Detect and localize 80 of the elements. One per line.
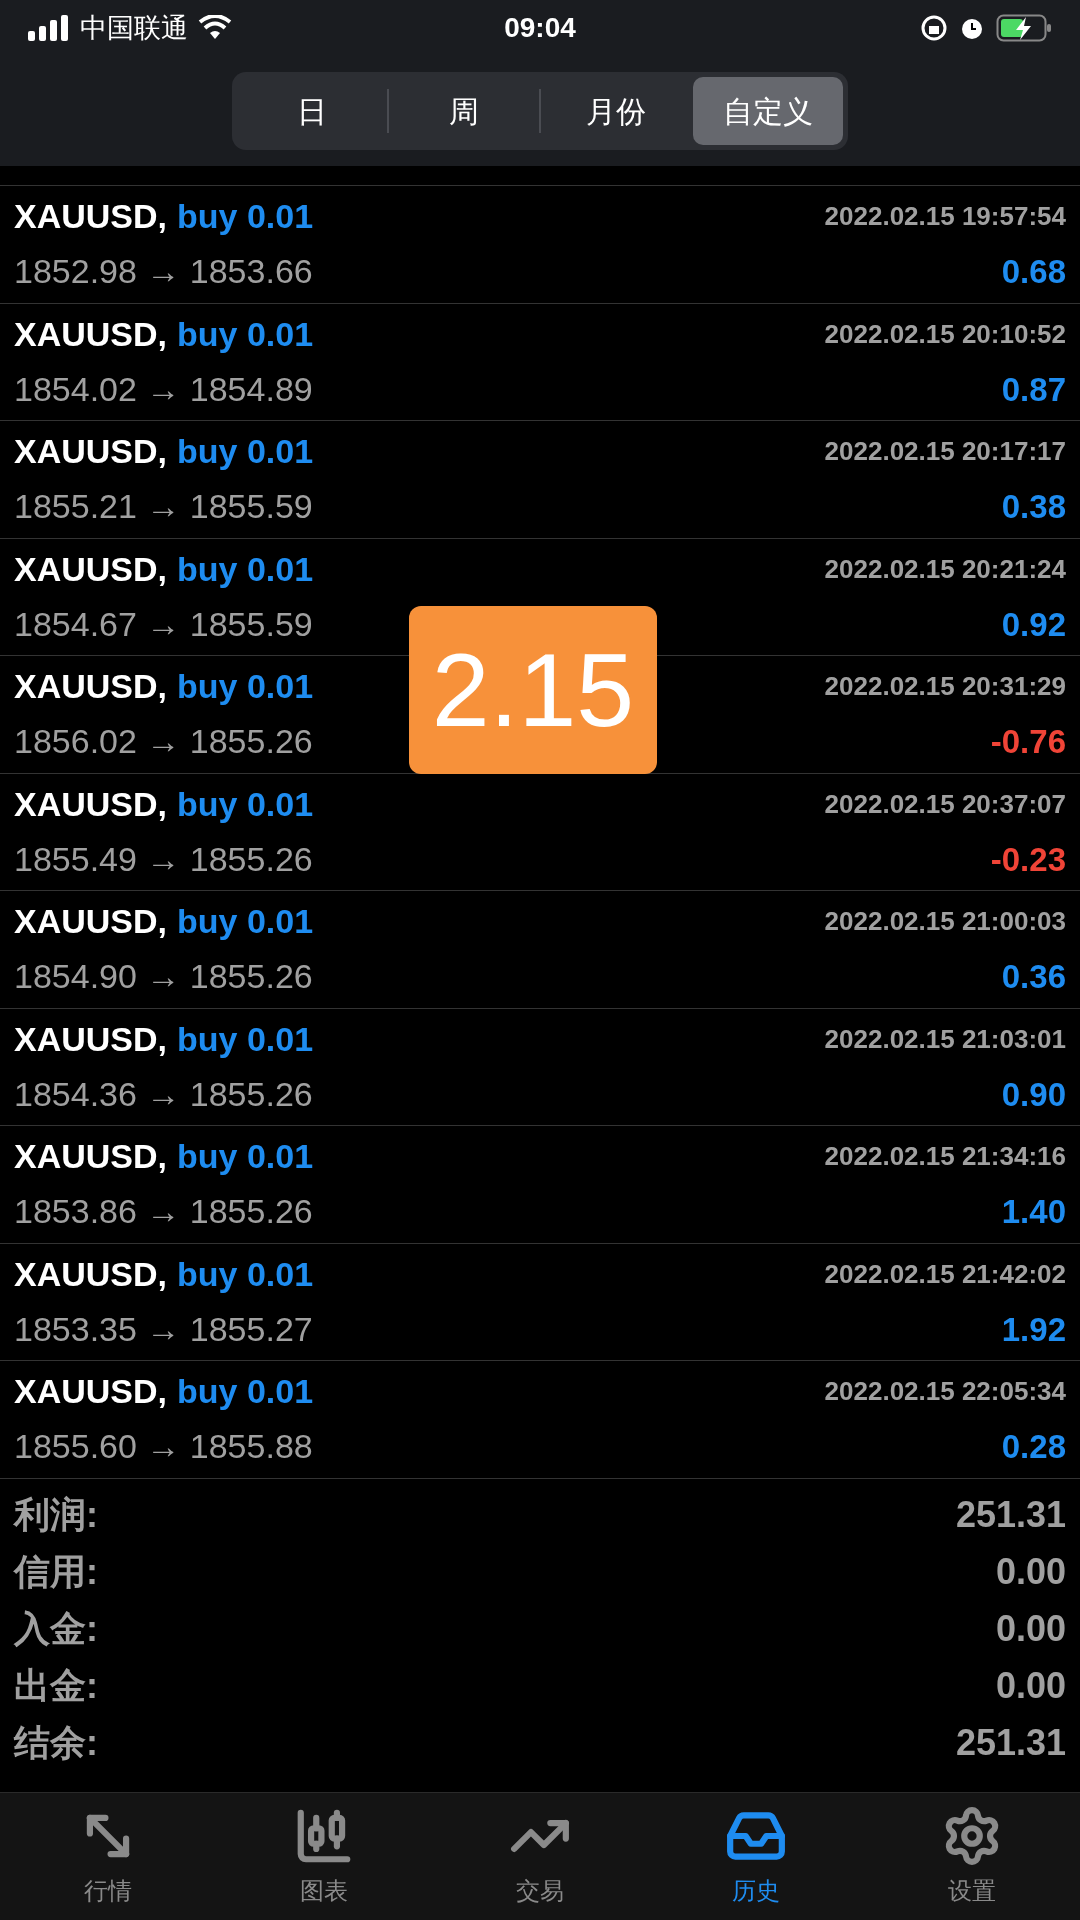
deal-time: 2022.02.15 21:34:16 [824,1140,1066,1174]
price-range: 1852.98 → 1853.66 [14,251,313,293]
profit-value: 0.90 [1001,1074,1066,1115]
summary-label: 信用: [14,1550,98,1594]
deal-time: 2022.02.15 21:42:02 [824,1257,1066,1291]
trade-side: buy 0.01 [177,901,314,943]
price-range: 1853.86 → 1855.26 [14,1191,313,1233]
period-tab[interactable]: 月份 [541,77,691,145]
symbol-label: XAUUSD, [14,1018,168,1060]
deal-time: 2022.02.15 20:21:24 [824,552,1066,586]
clock-time: 09:04 [504,11,576,45]
carrier-name: 中国联通 [80,11,188,45]
bottom-tab[interactable]: 设置 [864,1793,1080,1920]
summary-value: 251.31 [955,1493,1066,1537]
summary-value: 0.00 [995,1550,1066,1594]
profit-value: 0.92 [1001,604,1066,645]
symbol-label: XAUUSD, [14,313,168,355]
symbol-label: XAUUSD, [14,431,168,473]
profit-value: 0.68 [1001,252,1066,292]
profit-value: -0.76 [990,722,1066,762]
trade-side: buy 0.01 [177,666,314,708]
price-range: 1854.67 → 1855.59 [14,603,313,645]
period-tab[interactable]: 自定义 [693,77,843,145]
period-tab[interactable]: 周 [389,77,539,145]
deal-time: 2022.02.15 20:37:07 [824,787,1066,821]
profit-value: 0.87 [1001,369,1066,410]
deal-time: 2022.02.15 21:03:01 [824,1022,1066,1056]
deal-time: 2022.02.15 20:17:17 [824,435,1066,469]
date-badge: 2.15 [409,606,657,774]
trade-side: buy 0.01 [177,1253,314,1295]
symbol-label: XAUUSD, [14,196,168,238]
symbol-label: XAUUSD, [14,548,168,590]
wifi-icon [198,15,232,41]
price-range: 1854.02 → 1854.89 [14,368,313,410]
price-range: 1854.36 → 1855.26 [14,1073,313,1115]
summary-label: 结余: [14,1721,98,1765]
bottom-tab[interactable]: 图表 [216,1793,432,1920]
profit-value: -0.23 [990,839,1066,880]
period-tab[interactable]: 日 [237,77,387,145]
trade-side: buy 0.01 [177,1371,314,1413]
bottom-tab[interactable]: 交易 [432,1793,648,1920]
price-range: 1854.90 → 1855.26 [14,956,313,998]
summary-label: 出金: [14,1664,98,1708]
deal-time: 2022.02.15 19:57:54 [824,200,1066,234]
symbol-label: XAUUSD, [14,783,168,825]
summary-value: 251.31 [955,1721,1066,1765]
profit-value: 0.28 [1001,1427,1066,1467]
symbol-label: XAUUSD, [14,1371,168,1413]
trade-side: buy 0.01 [177,196,314,238]
bottom-tab[interactable]: 行情 [0,1793,216,1920]
price-range: 1855.60 → 1855.88 [14,1426,313,1468]
trade-side: buy 0.01 [177,313,314,355]
price-range: 1855.49 → 1855.26 [14,838,313,880]
summary-label: 利润: [14,1493,98,1537]
symbol-label: XAUUSD, [14,901,168,943]
profit-value: 1.92 [1001,1309,1066,1350]
deal-time: 2022.02.15 20:10:52 [824,317,1066,351]
summary-value: 0.00 [995,1607,1066,1651]
profit-value: 0.38 [1001,487,1066,527]
summary-value: 0.00 [995,1664,1066,1708]
price-range: 1855.21 → 1855.59 [14,486,313,528]
trade-side: buy 0.01 [177,783,314,825]
trade-side: buy 0.01 [177,431,314,473]
signal-icon [28,15,70,41]
trade-side: buy 0.01 [177,548,314,590]
trade-side: buy 0.01 [177,1018,314,1060]
price-range: 1853.35 → 1855.27 [14,1308,313,1350]
deal-time: 2022.02.15 22:05:34 [824,1375,1066,1409]
price-range: 1856.02 → 1855.26 [14,721,313,763]
profit-value: 0.36 [1001,957,1066,997]
bottom-tab[interactable]: 历史 [648,1793,864,1920]
deal-time: 2022.02.15 21:00:03 [824,905,1066,939]
battery-charging-icon [996,14,1052,42]
symbol-label: XAUUSD, [14,666,168,708]
deal-time: 2022.02.15 20:31:29 [824,670,1066,704]
profit-value: 1.40 [1001,1192,1066,1232]
symbol-label: XAUUSD, [14,1136,168,1178]
trade-side: buy 0.01 [177,1136,314,1178]
summary-label: 入金: [14,1607,98,1651]
symbol-label: XAUUSD, [14,1253,168,1295]
